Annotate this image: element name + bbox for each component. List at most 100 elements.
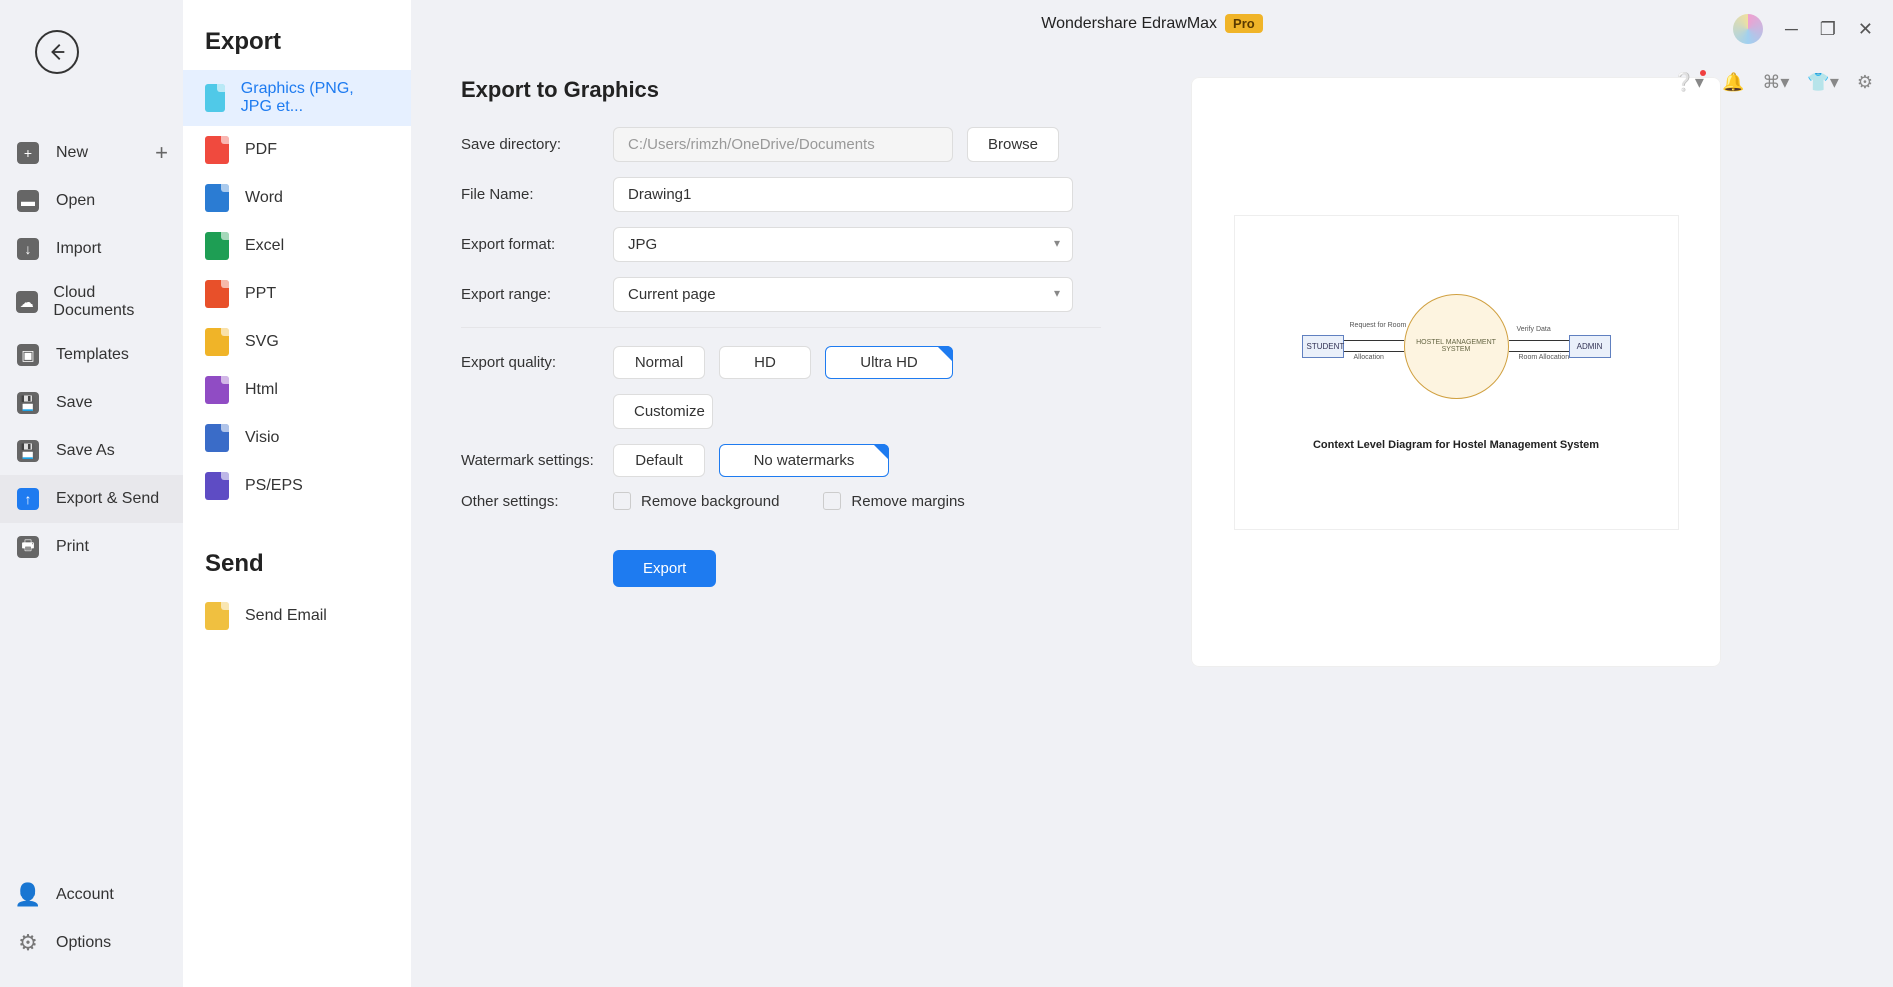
nav-import[interactable]: ↓ Import xyxy=(0,225,183,273)
form-title: Export to Graphics xyxy=(461,77,1101,103)
nav-label: Options xyxy=(56,934,111,952)
svg-file-icon xyxy=(205,328,229,356)
help-icon[interactable]: ❔▾ xyxy=(1672,72,1703,93)
quality-hd[interactable]: HD xyxy=(719,346,811,379)
nav-new[interactable]: + New + xyxy=(0,129,183,177)
save-dir-input: C:/Users/rimzh/OneDrive/Documents xyxy=(613,127,953,162)
diagram-admin: ADMIN xyxy=(1569,335,1611,358)
print-icon: 🖶 xyxy=(17,536,39,558)
image-file-icon xyxy=(205,84,225,112)
pdf-file-icon xyxy=(205,136,229,164)
remove-bg-option[interactable]: Remove background xyxy=(613,492,779,510)
export-excel[interactable]: Excel xyxy=(183,222,411,270)
nav-print[interactable]: 🖶 Print xyxy=(0,523,183,571)
export-html[interactable]: Html xyxy=(183,366,411,414)
back-button[interactable] xyxy=(35,30,79,74)
customize-button[interactable]: Customize xyxy=(613,394,713,429)
main-content: Wondershare EdrawMax Pro ─ ❐ ✕ ❔▾ 🔔 ⌘▾ 👕… xyxy=(411,0,1893,987)
export-ppt[interactable]: PPT xyxy=(183,270,411,318)
import-icon: ↓ xyxy=(17,238,39,260)
watermark-default[interactable]: Default xyxy=(613,444,705,477)
format-label: Export format: xyxy=(461,236,613,253)
export-pdf[interactable]: PDF xyxy=(183,126,411,174)
plus-add-icon[interactable]: + xyxy=(155,140,168,166)
export-ps[interactable]: PS/EPS xyxy=(183,462,411,510)
nav-options[interactable]: ⚙ Options xyxy=(0,919,183,967)
nav-label: Import xyxy=(56,240,101,258)
export-word[interactable]: Word xyxy=(183,174,411,222)
nav-saveas[interactable]: 💾 Save As xyxy=(0,427,183,475)
nav-label: New xyxy=(56,144,88,162)
diagram-student: STUDENT xyxy=(1302,335,1344,358)
ps-file-icon xyxy=(205,472,229,500)
nav-account[interactable]: 👤 Account xyxy=(0,871,183,919)
settings-icon[interactable]: ⚙ xyxy=(1857,72,1873,93)
nav-open[interactable]: ▬ Open xyxy=(0,177,183,225)
browse-button[interactable]: Browse xyxy=(967,127,1059,162)
minimize-icon[interactable]: ─ xyxy=(1785,19,1798,40)
bell-icon[interactable]: 🔔 xyxy=(1722,72,1744,93)
nav-label: Open xyxy=(56,192,95,210)
nav-label: Export & Send xyxy=(56,490,159,508)
quality-label: Export quality: xyxy=(461,354,613,371)
remove-margin-option[interactable]: Remove margins xyxy=(823,492,964,510)
ppt-file-icon xyxy=(205,280,229,308)
diagram-center: HOSTEL MANAGEMENT SYSTEM xyxy=(1404,294,1509,399)
saveas-icon: 💾 xyxy=(17,440,39,462)
pro-badge: Pro xyxy=(1225,14,1263,33)
send-title: Send xyxy=(183,540,411,592)
nav-save[interactable]: 💾 Save xyxy=(0,379,183,427)
maximize-icon[interactable]: ❐ xyxy=(1820,19,1836,40)
nav-export[interactable]: ↑ Export & Send xyxy=(0,475,183,523)
shirt-icon[interactable]: 👕▾ xyxy=(1807,72,1838,93)
nav-cloud[interactable]: ☁ Cloud Documents xyxy=(0,273,183,331)
export-button[interactable]: Export xyxy=(613,550,716,587)
nav-label: Templates xyxy=(56,346,129,364)
word-file-icon xyxy=(205,184,229,212)
send-email[interactable]: Send Email xyxy=(183,592,411,640)
export-icon: ↑ xyxy=(17,488,39,510)
gear-icon: ⚙ xyxy=(18,930,38,956)
preview-caption: Context Level Diagram for Hostel Managem… xyxy=(1313,439,1599,451)
cloud-icon: ☁ xyxy=(16,291,38,313)
checkbox-icon xyxy=(613,492,631,510)
export-graphics[interactable]: Graphics (PNG, JPG et... xyxy=(183,70,411,126)
filename-input[interactable]: Drawing1 xyxy=(613,177,1073,212)
nav-label: Account xyxy=(56,886,114,904)
html-file-icon xyxy=(205,376,229,404)
preview-canvas: STUDENT Request for Room Allocation HOST… xyxy=(1234,215,1679,530)
nav-label: Cloud Documents xyxy=(53,284,168,320)
format-select[interactable]: JPG xyxy=(613,227,1073,262)
export-svg[interactable]: SVG xyxy=(183,318,411,366)
preview-panel: STUDENT Request for Room Allocation HOST… xyxy=(1191,77,1721,667)
quality-normal[interactable]: Normal xyxy=(613,346,705,379)
save-icon: 💾 xyxy=(17,392,39,414)
range-select[interactable]: Current page xyxy=(613,277,1073,312)
quality-ultrahd[interactable]: Ultra HD xyxy=(825,346,953,379)
user-avatar[interactable] xyxy=(1733,14,1763,44)
other-label: Other settings: xyxy=(461,493,613,510)
save-dir-label: Save directory: xyxy=(461,136,613,153)
watermark-label: Watermark settings: xyxy=(461,452,613,469)
plus-icon: + xyxy=(17,142,39,164)
close-icon[interactable]: ✕ xyxy=(1858,19,1873,40)
arrow-left-icon xyxy=(46,41,68,63)
nav-label: Print xyxy=(56,538,89,556)
nav-templates[interactable]: ▣ Templates xyxy=(0,331,183,379)
title-bar: Wondershare EdrawMax Pro xyxy=(411,0,1893,47)
nav-label: Save As xyxy=(56,442,115,460)
panel-title: Export xyxy=(183,18,411,70)
range-label: Export range: xyxy=(461,286,613,303)
export-visio[interactable]: Visio xyxy=(183,414,411,462)
grid-icon[interactable]: ⌘▾ xyxy=(1762,72,1789,93)
app-title: Wondershare EdrawMax xyxy=(1041,15,1217,33)
folder-icon: ▬ xyxy=(17,190,39,212)
templates-icon: ▣ xyxy=(17,344,39,366)
file-sidebar: + New + ▬ Open ↓ Import ☁ Cloud Document… xyxy=(0,0,183,987)
email-icon xyxy=(205,602,229,630)
user-icon: 👤 xyxy=(14,882,41,908)
export-form: Export to Graphics Save directory: C:/Us… xyxy=(461,77,1101,667)
checkbox-icon xyxy=(823,492,841,510)
excel-file-icon xyxy=(205,232,229,260)
watermark-none[interactable]: No watermarks xyxy=(719,444,889,477)
